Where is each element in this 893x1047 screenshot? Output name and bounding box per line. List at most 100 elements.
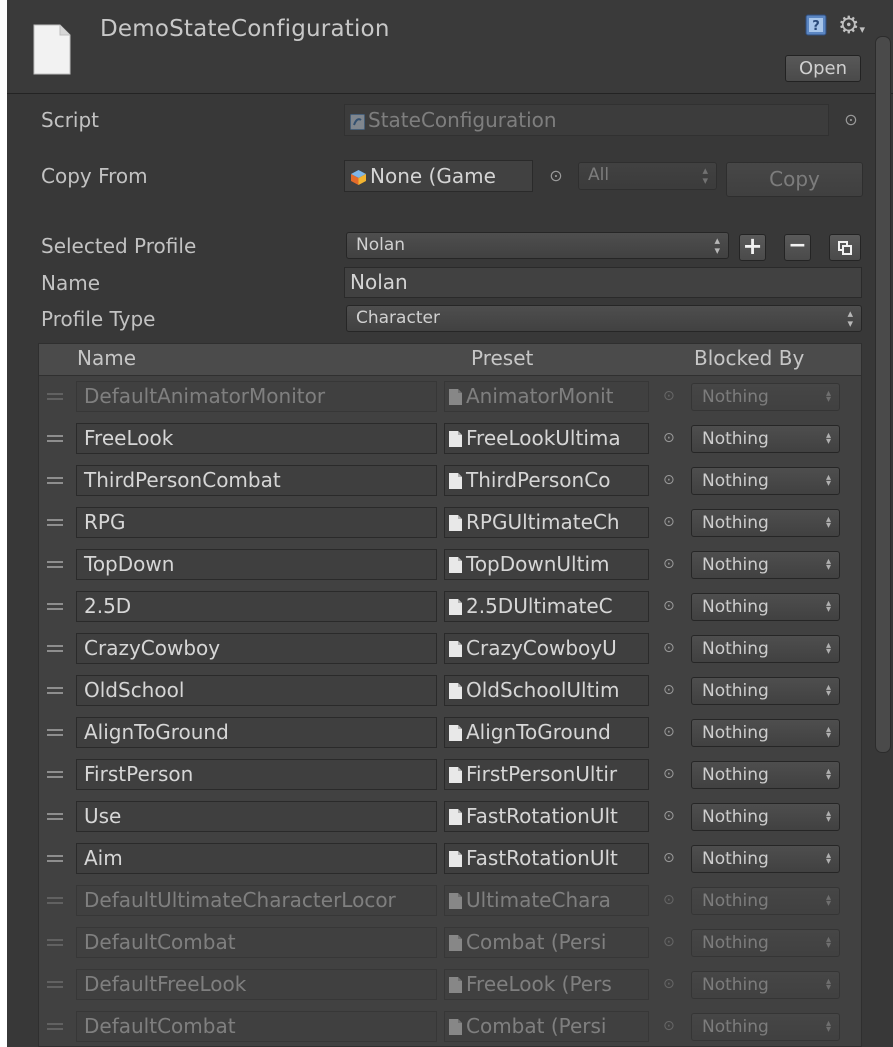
preset-picker-icon[interactable]: ⊙ <box>663 977 677 991</box>
drag-handle-icon[interactable] <box>47 981 63 990</box>
blocked-by-dropdown[interactable]: Nothing ▴ ▾ <box>691 383 840 411</box>
copy-from-picker-icon[interactable]: ⊙ <box>548 168 564 184</box>
state-preset-field[interactable]: AlignToGround <box>444 717 649 748</box>
state-row[interactable]: Aim FastRotationUlt ⊙ Nothing ▴ ▾ <box>39 842 861 884</box>
gear-icon[interactable]: ⚙▾ <box>838 12 866 38</box>
state-preset-field[interactable]: RPGUltimateCh <box>444 507 649 538</box>
blocked-by-dropdown[interactable]: Nothing ▴ ▾ <box>691 551 840 579</box>
state-preset-field[interactable]: FreeLook (Pers <box>444 969 649 1000</box>
blocked-by-dropdown[interactable]: Nothing ▴ ▾ <box>691 425 840 453</box>
copy-filter-dropdown[interactable]: All ▴ ▾ <box>578 162 717 190</box>
state-name-field[interactable]: TopDown <box>76 549 437 580</box>
state-name-field[interactable]: Aim <box>76 843 437 874</box>
blocked-by-dropdown[interactable]: Nothing ▴ ▾ <box>691 677 840 705</box>
duplicate-profile-button[interactable] <box>829 234 861 261</box>
drag-handle-icon[interactable] <box>47 771 63 780</box>
state-row[interactable]: DefaultFreeLook FreeLook (Pers ⊙ Nothing ▴ ▾ <box>39 968 861 1010</box>
state-row[interactable]: 2.5D 2.5DUltimateC ⊙ Nothing ▴ ▾ <box>39 590 861 632</box>
remove-profile-button[interactable]: − <box>784 234 811 261</box>
preset-picker-icon[interactable]: ⊙ <box>663 851 677 865</box>
state-row[interactable]: DefaultAnimatorMonitor AnimatorMonit ⊙ Noth… <box>39 380 861 422</box>
state-preset-field[interactable]: FastRotationUlt <box>444 801 649 832</box>
blocked-by-dropdown[interactable]: Nothing ▴ ▾ <box>691 845 840 873</box>
drag-handle-icon[interactable] <box>47 687 63 696</box>
state-name-field[interactable]: AlignToGround <box>76 717 437 748</box>
add-profile-button[interactable]: + <box>739 234 766 261</box>
state-preset-field[interactable]: 2.5DUltimateC <box>444 591 649 622</box>
script-picker-icon[interactable]: ⊙ <box>843 112 859 128</box>
state-row[interactable]: DefaultCombat Combat (Persi ⊙ Nothing ▴ ▾ <box>39 1010 861 1047</box>
blocked-by-dropdown[interactable]: Nothing ▴ ▾ <box>691 593 840 621</box>
preset-picker-icon[interactable]: ⊙ <box>663 935 677 949</box>
state-row[interactable]: Use FastRotationUlt ⊙ Nothing ▴ ▾ <box>39 800 861 842</box>
drag-handle-icon[interactable] <box>47 561 63 570</box>
state-preset-field[interactable]: FastRotationUlt <box>444 843 649 874</box>
blocked-by-dropdown[interactable]: Nothing ▴ ▾ <box>691 719 840 747</box>
state-preset-field[interactable]: UltimateChara <box>444 885 649 916</box>
state-preset-field[interactable]: Combat (Persi <box>444 1011 649 1042</box>
state-name-field[interactable]: DefaultUltimateCharacterLocor <box>76 885 437 916</box>
state-preset-field[interactable]: Combat (Persi <box>444 927 649 958</box>
state-name-field[interactable]: DefaultAnimatorMonitor <box>76 381 437 412</box>
state-name-field[interactable]: ThirdPersonCombat <box>76 465 437 496</box>
drag-handle-icon[interactable] <box>47 813 63 822</box>
preset-picker-icon[interactable]: ⊙ <box>663 683 677 697</box>
preset-picker-icon[interactable]: ⊙ <box>663 431 677 445</box>
state-row[interactable]: FirstPerson FirstPersonUltir ⊙ Nothing ▴ ▾ <box>39 758 861 800</box>
state-name-field[interactable]: CrazyCowboy <box>76 633 437 664</box>
blocked-by-dropdown[interactable]: Nothing ▴ ▾ <box>691 887 840 915</box>
state-name-field[interactable]: OldSchool <box>76 675 437 706</box>
state-preset-field[interactable]: FreeLookUltima <box>444 423 649 454</box>
preset-picker-icon[interactable]: ⊙ <box>663 557 677 571</box>
preset-picker-icon[interactable]: ⊙ <box>663 1019 677 1033</box>
state-name-field[interactable]: DefaultFreeLook <box>76 969 437 1000</box>
preset-picker-icon[interactable]: ⊙ <box>663 641 677 655</box>
inspector-scrollbar[interactable] <box>875 36 891 753</box>
blocked-by-dropdown[interactable]: Nothing ▴ ▾ <box>691 803 840 831</box>
state-row[interactable]: ThirdPersonCombat ThirdPersonCo ⊙ Nothing ▴ ▾ <box>39 464 861 506</box>
blocked-by-dropdown[interactable]: Nothing ▴ ▾ <box>691 761 840 789</box>
drag-handle-icon[interactable] <box>47 519 63 528</box>
state-row[interactable]: CrazyCowboy CrazyCowboyU ⊙ Nothing ▴ ▾ <box>39 632 861 674</box>
state-row[interactable]: AlignToGround AlignToGround ⊙ Nothing ▴ ▾ <box>39 716 861 758</box>
drag-handle-icon[interactable] <box>47 855 63 864</box>
blocked-by-dropdown[interactable]: Nothing ▴ ▾ <box>691 467 840 495</box>
state-preset-field[interactable]: AnimatorMonit <box>444 381 649 412</box>
state-preset-field[interactable]: TopDownUltim <box>444 549 649 580</box>
drag-handle-icon[interactable] <box>47 897 63 906</box>
state-name-field[interactable]: 2.5D <box>76 591 437 622</box>
profile-type-dropdown[interactable]: Character ▴ ▾ <box>346 305 862 332</box>
drag-handle-icon[interactable] <box>47 729 63 738</box>
state-name-field[interactable]: FreeLook <box>76 423 437 454</box>
preset-picker-icon[interactable]: ⊙ <box>663 473 677 487</box>
preset-picker-icon[interactable]: ⊙ <box>663 515 677 529</box>
state-preset-field[interactable]: OldSchoolUltim <box>444 675 649 706</box>
blocked-by-dropdown[interactable]: Nothing ▴ ▾ <box>691 929 840 957</box>
state-name-field[interactable]: Use <box>76 801 437 832</box>
selected-profile-dropdown[interactable]: Nolan ▴ ▾ <box>346 232 729 259</box>
preset-picker-icon[interactable]: ⊙ <box>663 599 677 613</box>
state-preset-field[interactable]: FirstPersonUltir <box>444 759 649 790</box>
help-book-icon[interactable]: ? <box>805 14 827 36</box>
blocked-by-dropdown[interactable]: Nothing ▴ ▾ <box>691 509 840 537</box>
preset-picker-icon[interactable]: ⊙ <box>663 767 677 781</box>
state-name-field[interactable]: FirstPerson <box>76 759 437 790</box>
blocked-by-dropdown[interactable]: Nothing ▴ ▾ <box>691 1013 840 1041</box>
state-row[interactable]: FreeLook FreeLookUltima ⊙ Nothing ▴ ▾ <box>39 422 861 464</box>
state-preset-field[interactable]: ThirdPersonCo <box>444 465 649 496</box>
preset-picker-icon[interactable]: ⊙ <box>663 725 677 739</box>
drag-handle-icon[interactable] <box>47 393 63 402</box>
preset-picker-icon[interactable]: ⊙ <box>663 893 677 907</box>
copy-from-field[interactable]: None (Game <box>344 160 533 192</box>
state-row[interactable]: RPG RPGUltimateCh ⊙ Nothing ▴ ▾ <box>39 506 861 548</box>
preset-picker-icon[interactable]: ⊙ <box>663 389 677 403</box>
drag-handle-icon[interactable] <box>47 435 63 444</box>
drag-handle-icon[interactable] <box>47 939 63 948</box>
state-name-field[interactable]: DefaultCombat <box>76 927 437 958</box>
state-preset-field[interactable]: CrazyCowboyU <box>444 633 649 664</box>
drag-handle-icon[interactable] <box>47 1023 63 1032</box>
drag-handle-icon[interactable] <box>47 645 63 654</box>
state-name-field[interactable]: DefaultCombat <box>76 1011 437 1042</box>
state-row[interactable]: TopDown TopDownUltim ⊙ Nothing ▴ ▾ <box>39 548 861 590</box>
drag-handle-icon[interactable] <box>47 477 63 486</box>
